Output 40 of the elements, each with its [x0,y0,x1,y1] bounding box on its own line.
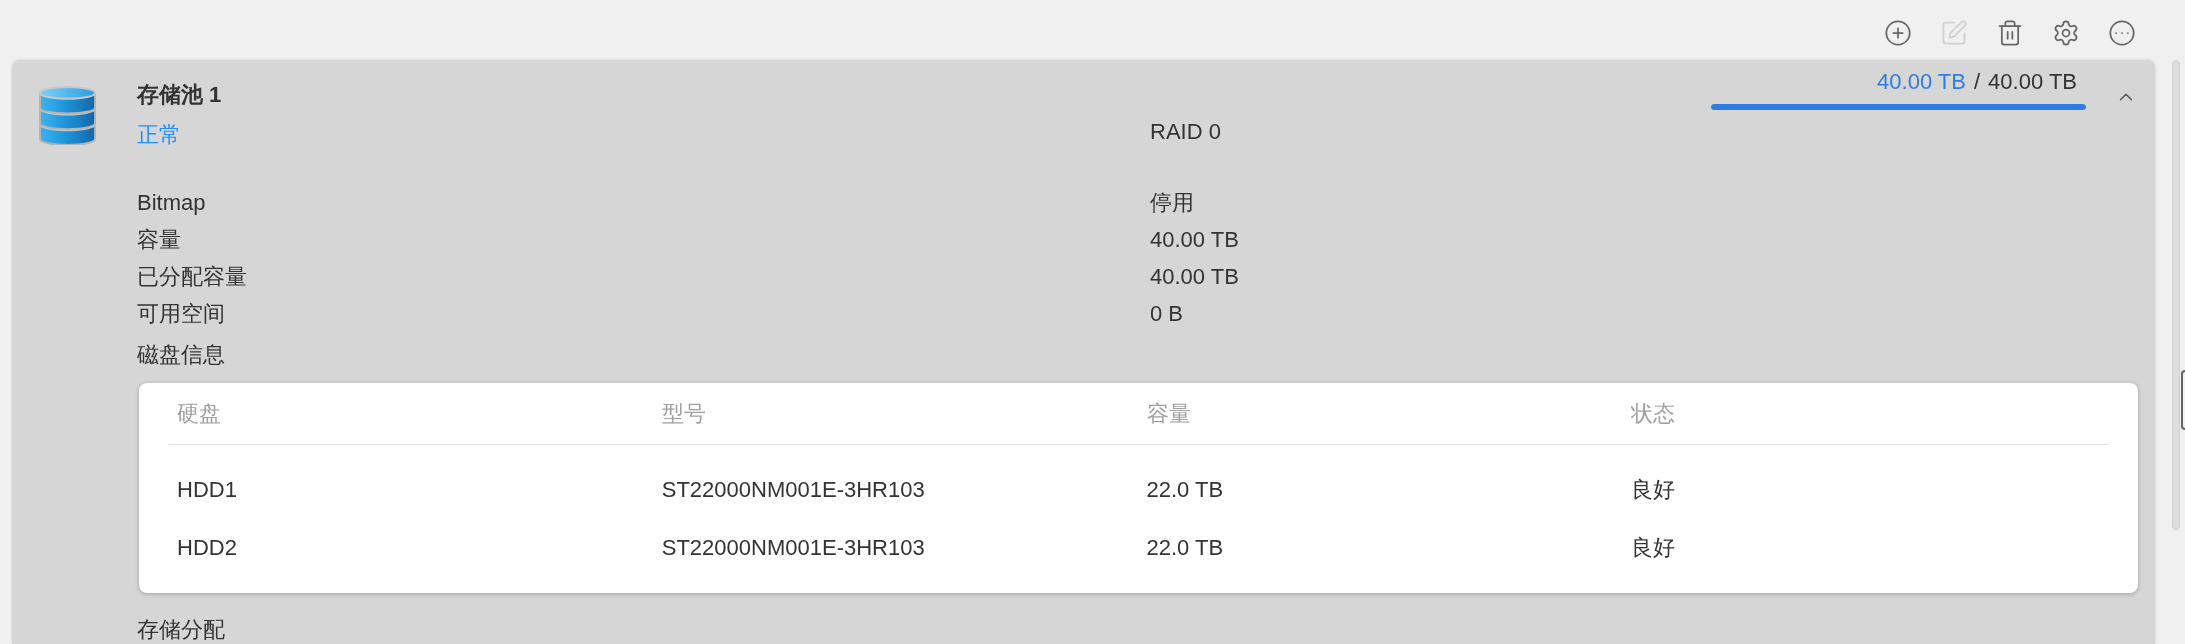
detail-label: Bitmap [137,188,206,217]
column-header: 硬盘 [177,401,221,426]
more-button[interactable] [2108,19,2136,47]
detail-value: 40.00 TB [1150,225,1239,254]
section-heading: 存储分配 [137,619,225,641]
edit-icon [1940,19,1968,47]
column-header: 容量 [1146,401,1191,426]
raid-level: RAID 0 [1150,118,1221,146]
add-icon [1884,19,1912,47]
detail-label: 已分配容量 [137,262,247,291]
more-icon [2108,19,2136,47]
detail-label: 可用空间 [137,299,225,328]
pool-title: 存储池 1 [137,81,222,109]
table-cell: 良好 [1631,476,1676,502]
table-cell: 22.0 TB [1146,534,1224,560]
side-panel-handle[interactable] [2181,370,2185,430]
section-heading: 磁盘信息 [137,340,225,369]
settings-button[interactable] [2052,19,2080,47]
column-header: 型号 [661,401,706,426]
table-cell: HDD1 [177,476,237,502]
settings-icon [2052,19,2080,47]
detail-value: 0 B [1150,299,1184,328]
column-header: 状态 [1631,401,1676,426]
table-cell: 22.0 TB [1146,476,1224,502]
add-button[interactable] [1884,19,1912,47]
table-cell: HDD2 [177,534,237,560]
scrollbar-thumb[interactable] [2172,60,2180,530]
pool-status: 正常 [137,121,181,149]
database-icon [38,86,97,145]
delete-button[interactable] [1996,19,2024,47]
capacity-separator: / [1974,68,1981,96]
table-cell: 良好 [1631,534,1676,560]
table-cell: ST22000NM001E-3HR103 [661,534,925,560]
trash-icon [1996,19,2024,47]
detail-value: 40.00 TB [1150,262,1239,291]
detail-label: 容量 [137,225,181,254]
detail-value: 停用 [1150,188,1194,217]
total-capacity: 40.00 TB [1988,68,2077,96]
used-capacity: 40.00 TB [1877,68,1966,96]
table-cell: ST22000NM001E-3HR103 [661,476,925,502]
